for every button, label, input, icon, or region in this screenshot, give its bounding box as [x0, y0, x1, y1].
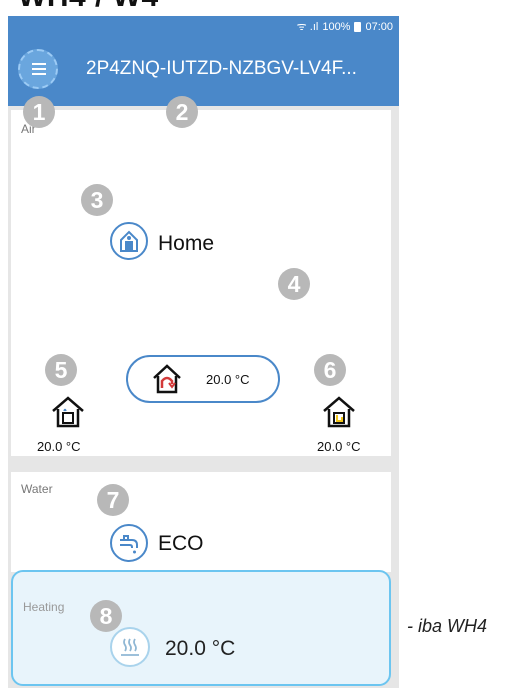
right-temp: 20.0 °C: [317, 439, 361, 454]
battery-icon: [354, 21, 362, 32]
badge-2: 2: [166, 96, 198, 128]
badge-5: 5: [45, 354, 77, 386]
menu-icon-bar: [32, 68, 46, 70]
menu-icon: [32, 63, 46, 65]
clock: 07:00: [365, 20, 393, 33]
signal-icon: ᯤ .ıl: [296, 21, 319, 33]
home-person-icon[interactable]: [110, 222, 148, 260]
device-title: 2P4ZNQ-IUTZD-NZBGV-LV4F...: [86, 58, 357, 79]
setpoint-pill[interactable]: 20.0 °C: [126, 355, 280, 403]
battery-percent: 100%: [322, 20, 351, 33]
status-bar: ᯤ .ıl 100% 07:00: [8, 16, 399, 36]
badge-3: 3: [81, 184, 113, 216]
left-temp: 20.0 °C: [37, 439, 81, 454]
badge-6: 6: [314, 354, 346, 386]
status-indicators: ᯤ .ıl 100% 07:00: [297, 19, 393, 34]
phone-screen: ᯤ .ıl 100% 07:00 2P4ZNQ-IUTZD-NZBGV-LV4F…: [8, 16, 399, 688]
app-bar: 2P4ZNQ-IUTZD-NZBGV-LV4F...: [8, 36, 399, 106]
heating-label: Heating: [23, 600, 65, 614]
heating-card[interactable]: Heating 20.0 °C: [11, 570, 391, 686]
water-label: Water: [21, 482, 53, 496]
water-card[interactable]: Water ECO: [11, 472, 391, 572]
faucet-icon[interactable]: [110, 524, 148, 562]
badge-1: 1: [23, 96, 55, 128]
badge-8: 8: [90, 600, 122, 632]
badge-7: 7: [97, 484, 129, 516]
menu-icon-bar: [32, 73, 46, 75]
home-sun-icon[interactable]: [321, 395, 357, 429]
air-mode-label: Home: [158, 232, 215, 255]
setpoint-value: 20.0 °C: [206, 372, 250, 387]
heating-temp: 20.0 °C: [165, 637, 236, 660]
badge-4: 4: [278, 268, 310, 300]
document-heading: WH4 / W4: [18, 0, 159, 14]
home-drop-icon[interactable]: [50, 395, 86, 429]
figure-caption: - iba WH4: [407, 616, 488, 636]
home-heating-icon: [153, 364, 181, 394]
menu-button[interactable]: [18, 49, 58, 89]
heating-radiator-icon[interactable]: [110, 627, 150, 667]
air-card[interactable]: Air Home 20.0 °C 20.0 °C 20.0 °C: [11, 110, 391, 456]
water-mode-label: ECO: [158, 532, 204, 555]
